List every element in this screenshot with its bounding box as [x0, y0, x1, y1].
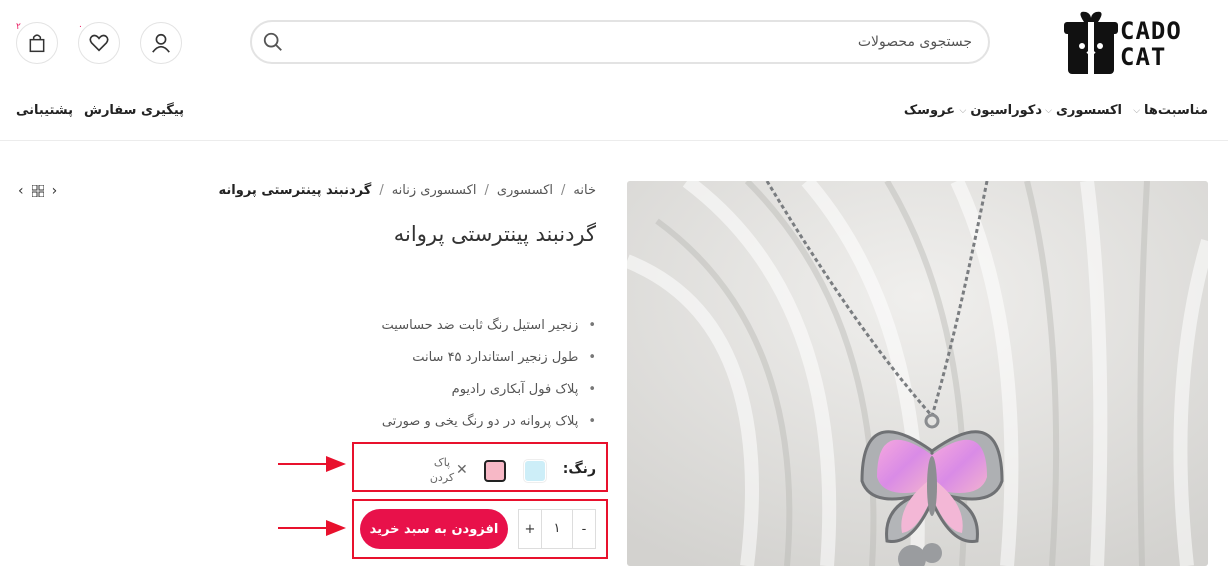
chevron-left-icon[interactable]: ‹ [18, 183, 24, 199]
breadcrumb-separator: / [379, 183, 384, 198]
heart-icon [89, 34, 109, 52]
feature-item: پلاک پروانه در دو رنگ یخی و صورتی [382, 406, 596, 438]
wishlist-button[interactable] [78, 22, 120, 64]
chevron-down-icon: ⌵ [1045, 105, 1052, 116]
header-divider [0, 140, 1228, 141]
nav-support-label: پشتیبانی [16, 103, 73, 118]
shopping-bag-icon [29, 34, 45, 53]
wishlist-count: ۰ [78, 22, 83, 32]
chevron-right-icon[interactable]: › [52, 183, 58, 199]
nav-occasions-label: مناسبت‌ها [1144, 103, 1208, 118]
logo-text: CADO CAT [1120, 17, 1182, 71]
grid-icon[interactable] [31, 185, 44, 197]
search-bar[interactable]: جستجوی محصولات [250, 20, 990, 64]
account-button[interactable] [140, 22, 182, 64]
quantity-stepper: + ۱ - [518, 509, 596, 549]
cart-count: ۲ [16, 22, 21, 32]
chevron-down-icon: ⌵ [1133, 105, 1141, 116]
nav-support[interactable]: پشتیبانی [16, 103, 73, 118]
product-image[interactable] [627, 181, 1208, 566]
nav-occasions[interactable]: مناسبت‌ها ⌵ [1133, 103, 1208, 118]
feature-item: پلاک فول آبکاری رادیوم [382, 374, 596, 406]
breadcrumb-accessories[interactable]: اکسسوری [497, 183, 553, 198]
clear-selection[interactable]: پاک کردن [428, 455, 456, 485]
nav-accessories[interactable]: اکسسوری ⌵ [1045, 103, 1122, 118]
color-label: رنگ: [562, 461, 596, 477]
search-input[interactable]: جستجوی محصولات [858, 34, 972, 50]
nav-order-tracking-label: پیگیری سفارش [84, 103, 185, 118]
add-to-cart-button[interactable]: افزودن به سبد خرید [360, 509, 508, 549]
swatch-icy[interactable] [523, 459, 547, 483]
annotation-arrow-head [326, 456, 346, 472]
close-icon[interactable]: ✕ [456, 462, 468, 478]
feature-item: طول زنجیر استاندارد ۴۵ سانت [382, 342, 596, 374]
breadcrumb: خانه / اکسسوری / اکسسوری زنانه / گردنبند پینتر… [219, 183, 596, 198]
nav-order-tracking[interactable]: پیگیری سفارش [84, 103, 184, 118]
product-navigation: ‹ › [18, 183, 57, 199]
quantity-input[interactable]: ۱ [541, 510, 573, 548]
breadcrumb-women-accessories[interactable]: اکسسوری زنانه [392, 183, 477, 198]
breadcrumb-current: گردنبند پینترستی پروانه [218, 183, 372, 198]
swatch-pink[interactable] [484, 460, 506, 482]
chevron-down-icon: ⌵ [959, 105, 967, 116]
breadcrumb-separator: / [484, 183, 489, 198]
product-features: زنجیر استیل رنگ ثابت ضد حساسیت طول زنجیر… [382, 310, 596, 438]
quantity-plus-button[interactable]: + [519, 522, 541, 537]
user-icon [152, 33, 170, 53]
nav-doll[interactable]: عروسک [904, 103, 955, 118]
search-icon[interactable] [262, 31, 284, 53]
breadcrumb-separator: / [561, 183, 566, 198]
quantity-minus-button[interactable]: - [573, 522, 595, 537]
annotation-arrow-head [326, 520, 346, 536]
feature-item: زنجیر استیل رنگ ثابت ضد حساسیت [382, 310, 596, 342]
nav-decoration[interactable]: دکوراسیون ⌵ [960, 103, 1043, 118]
annotation-arrow-line [278, 527, 330, 529]
nav-accessories-label: اکسسوری [1055, 103, 1122, 118]
product-title: گردنبند پینترستی پروانه [393, 222, 596, 246]
annotation-arrow-line [278, 463, 330, 465]
product-photo-illustration [627, 181, 1208, 566]
nav-doll-label: عروسک [903, 103, 955, 118]
cart-button[interactable] [16, 22, 58, 64]
clear-label-line2: کردن [429, 471, 455, 484]
nav-decoration-label: دکوراسیون [970, 103, 1042, 118]
site-logo[interactable]: CADO CAT [1062, 8, 1208, 78]
breadcrumb-home[interactable]: خانه [573, 183, 596, 198]
clear-label-line1: پاک [433, 456, 451, 469]
